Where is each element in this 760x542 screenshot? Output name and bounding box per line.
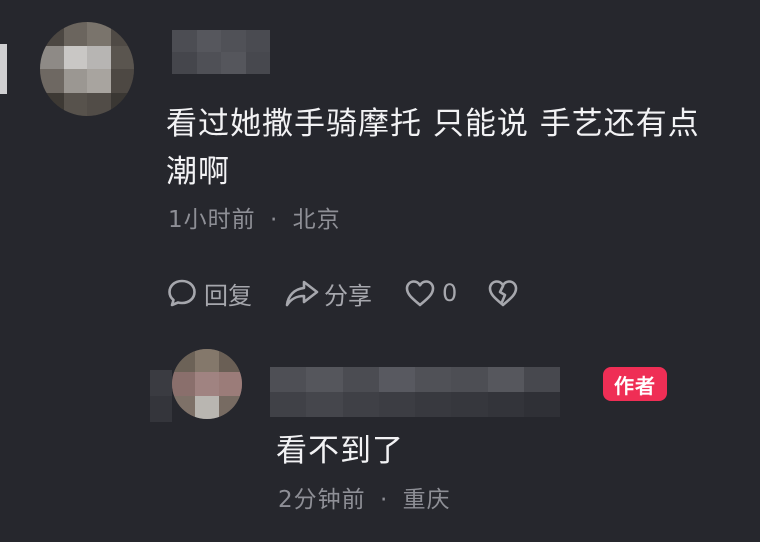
reply-label: 回复 [204,281,252,310]
heart-icon [404,278,436,308]
censored-area [150,370,172,422]
reply-meta: 2分钟前 · 重庆 [278,480,451,514]
meta-separator: · [379,487,389,513]
share-button[interactable]: 分享 [284,276,372,311]
cropped-edge-mark [0,44,7,94]
comment-time: 1小时前 [168,207,256,233]
broken-heart-icon [487,278,519,308]
comment-item: 看过她撒手骑摩托 只能说 手艺还有点 潮啊 1小时前 · 北京 回复 分享 0 [0,0,760,330]
reply-author-username[interactable] [270,367,560,417]
dislike-button[interactable] [487,278,519,308]
like-count: 0 [442,279,458,307]
share-label: 分享 [324,281,372,310]
comment-bubble-icon [166,277,198,309]
commenter-avatar[interactable] [40,22,134,116]
like-button[interactable]: 0 [404,278,457,308]
comment-text: 看过她撒手骑摩托 只能说 手艺还有点 潮啊 [166,100,746,196]
reply-author-avatar[interactable] [172,349,242,419]
reply-location: 重庆 [402,487,451,513]
share-arrow-icon [284,278,320,308]
comment-location: 北京 [292,207,341,233]
reply-item: 作者 看不到了 2分钟前 · 重庆 [0,330,760,542]
comment-text-line: 看过她撒手骑摩托 只能说 手艺还有点 [166,106,700,142]
reply-button[interactable]: 回复 [166,276,252,311]
comment-actions: 回复 分享 0 [166,275,519,311]
author-badge: 作者 [603,367,667,401]
meta-separator: · [269,207,279,233]
commenter-username[interactable] [172,30,270,74]
comment-meta: 1小时前 · 北京 [168,200,341,234]
reply-time: 2分钟前 [278,487,366,513]
reply-text: 看不到了 [276,433,404,469]
comment-text-line: 潮啊 [166,154,230,190]
